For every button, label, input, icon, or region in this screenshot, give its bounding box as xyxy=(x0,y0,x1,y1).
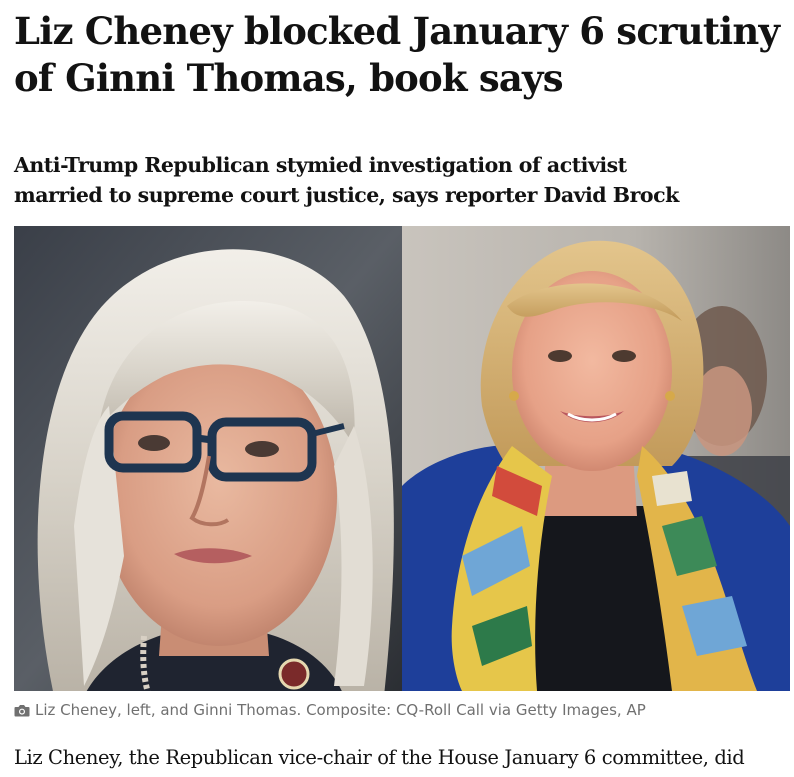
composite-photo[interactable] xyxy=(14,226,790,691)
standfirst: Anti-Trump Republican stymied investigat… xyxy=(14,150,784,210)
photo-left-portrait xyxy=(14,226,402,691)
caption-text: Liz Cheney, left, and Ginni Thomas. Comp… xyxy=(35,701,646,719)
image-caption: Liz Cheney, left, and Ginni Thomas. Comp… xyxy=(14,700,790,722)
standfirst-line-1: Anti-Trump Republican stymied investigat… xyxy=(14,153,627,177)
headline: Liz Cheney blocked January 6 scrutiny of… xyxy=(14,8,784,102)
body-paragraph: Liz Cheney, the Republican vice-chair of… xyxy=(14,743,794,773)
headline-line-2: of Ginni Thomas, book says xyxy=(14,56,564,100)
standfirst-line-2: married to supreme court justice, says r… xyxy=(14,183,679,207)
headline-line-1: Liz Cheney blocked January 6 scrutiny xyxy=(14,9,780,53)
camera-icon xyxy=(14,702,30,722)
photo-right-portrait xyxy=(402,226,790,691)
body-first-line: Liz Cheney, the Republican vice-chair of… xyxy=(14,746,745,769)
